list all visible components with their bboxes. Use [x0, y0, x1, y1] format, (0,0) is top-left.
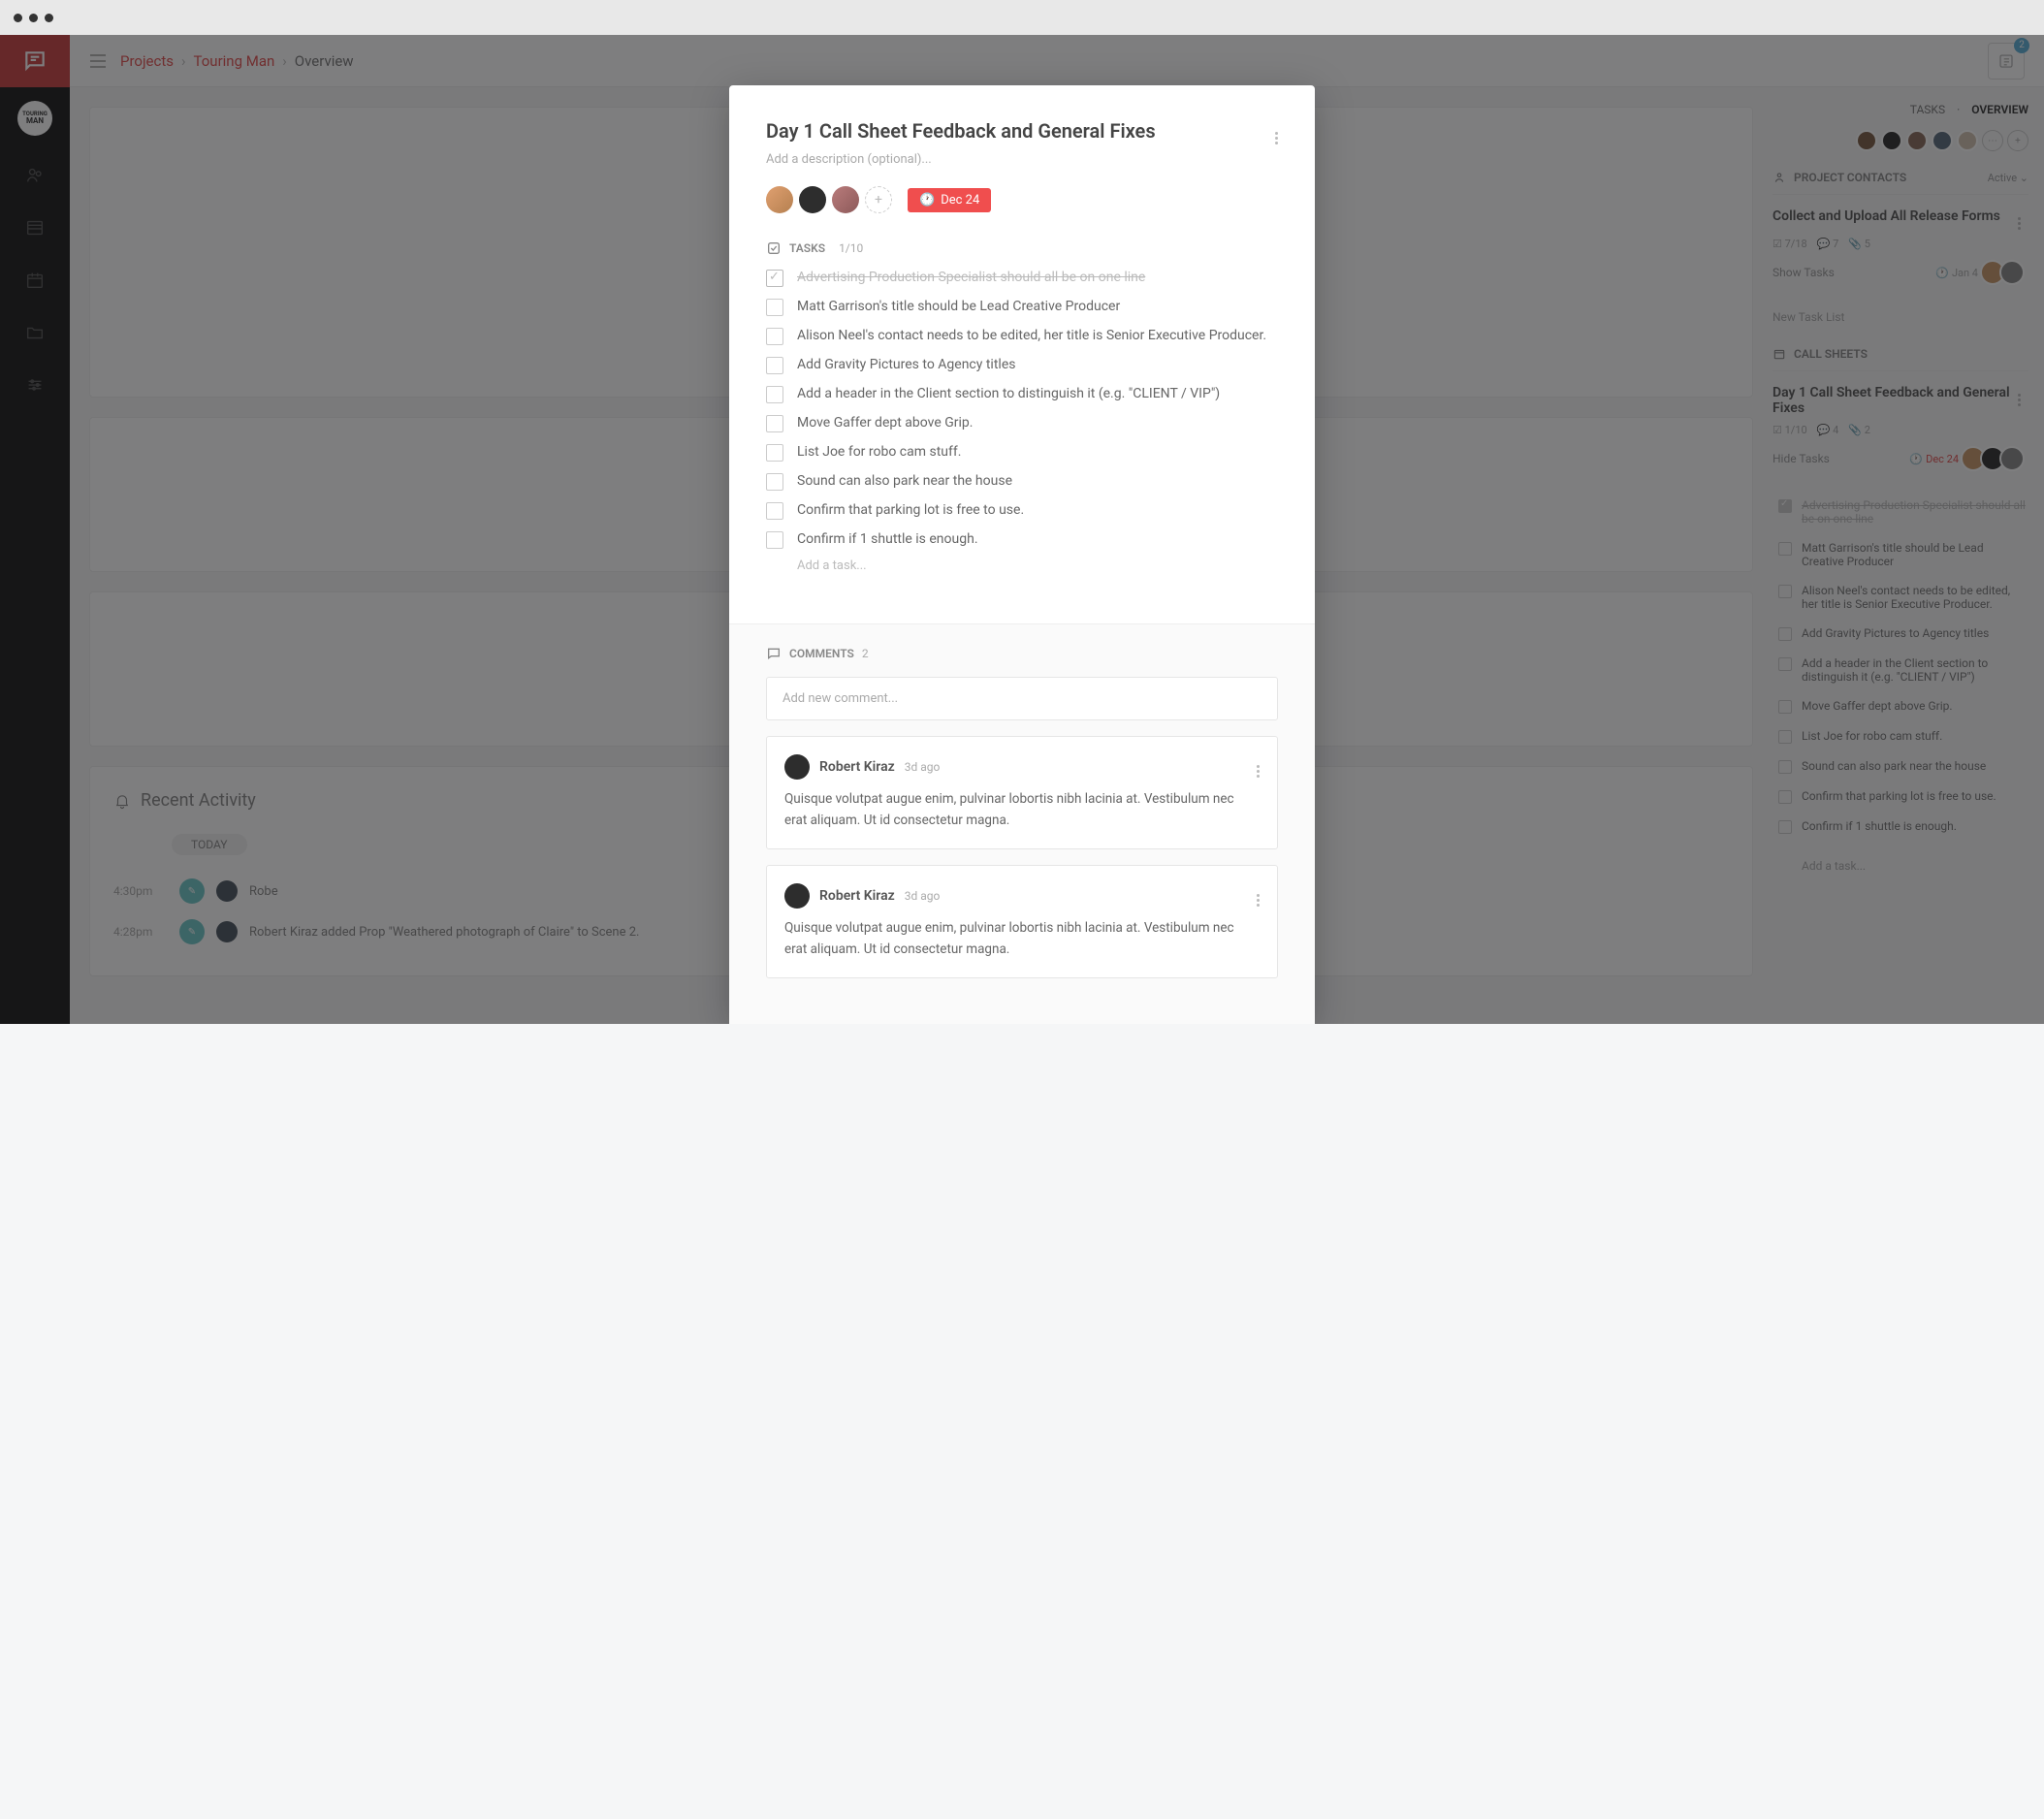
assignee-avatar[interactable]: [832, 186, 859, 213]
comments-list: Robert Kiraz 3d ago Quisque volutpat augue…: [766, 736, 1278, 978]
task-row[interactable]: Add a header in the Client section to di…: [766, 386, 1278, 403]
task-text: Add Gravity Pictures to Agency titles: [797, 357, 1015, 372]
task-text: Confirm that parking lot is free to use.: [797, 502, 1024, 518]
comment-author: Robert Kiraz: [819, 759, 895, 775]
task-row[interactable]: Matt Garrison's title should be Lead Cre…: [766, 299, 1278, 316]
tasks-count: 1/10: [839, 241, 863, 255]
app-root: TOURING MAN Projects › Touring Man › Ove…: [0, 35, 2044, 1024]
more-icon[interactable]: [1257, 885, 1260, 907]
more-icon[interactable]: [1257, 756, 1260, 778]
comment-avatar[interactable]: [784, 883, 810, 909]
add-task-input[interactable]: Add a task...: [797, 558, 1278, 573]
task-checkbox[interactable]: [766, 444, 783, 462]
window-chrome: [0, 0, 2044, 35]
task-checkbox[interactable]: [766, 357, 783, 374]
task-text: Advertising Production Specialist should…: [797, 270, 1145, 285]
task-checkbox[interactable]: [766, 299, 783, 316]
task-text: Confirm if 1 shuttle is enough.: [797, 531, 978, 547]
comment-icon: [766, 646, 782, 661]
comment-body: Quisque volutpat augue enim, pulvinar lo…: [784, 789, 1260, 831]
task-row[interactable]: Confirm that parking lot is free to use.: [766, 502, 1278, 520]
task-row[interactable]: Alison Neel's contact needs to be edited…: [766, 328, 1278, 345]
due-date-text: Dec 24: [941, 193, 979, 207]
comment-author: Robert Kiraz: [819, 888, 895, 904]
traffic-light-minimize[interactable]: [29, 14, 38, 22]
task-row[interactable]: Move Gaffer dept above Grip.: [766, 415, 1278, 432]
task-text: List Joe for robo cam stuff.: [797, 444, 961, 460]
modal-title: Day 1 Call Sheet Feedback and General Fi…: [766, 119, 1156, 143]
comments-heading: COMMENTS 2: [766, 646, 1278, 661]
task-checkbox[interactable]: [766, 473, 783, 491]
assignees-row: + 🕐 Dec 24: [766, 186, 1278, 213]
description-input[interactable]: Add a description (optional)...: [766, 152, 1278, 167]
modal-overlay[interactable]: Day 1 Call Sheet Feedback and General Fi…: [0, 35, 2044, 1024]
task-text: Move Gaffer dept above Grip.: [797, 415, 973, 431]
comment-card: Robert Kiraz 3d ago Quisque volutpat augue…: [766, 736, 1278, 849]
clock-icon: 🕐: [919, 193, 935, 207]
task-text: Add a header in the Client section to di…: [797, 386, 1220, 401]
checkbox-icon: [766, 240, 782, 256]
comments-section: COMMENTS 2 Add new comment... Robert Kir…: [729, 624, 1315, 1024]
tasklist-modal: Day 1 Call Sheet Feedback and General Fi…: [729, 85, 1315, 1024]
task-row[interactable]: List Joe for robo cam stuff.: [766, 444, 1278, 462]
task-text: Alison Neel's contact needs to be edited…: [797, 328, 1266, 343]
assignee-avatar[interactable]: [799, 186, 826, 213]
task-row[interactable]: Confirm if 1 shuttle is enough.: [766, 531, 1278, 549]
assignee-avatar[interactable]: [766, 186, 793, 213]
task-text: Sound can also park near the house: [797, 473, 1012, 489]
modal-title-row: Day 1 Call Sheet Feedback and General Fi…: [766, 116, 1278, 144]
modal-task-list: Advertising Production Specialist should…: [766, 270, 1278, 549]
task-row[interactable]: Advertising Production Specialist should…: [766, 270, 1278, 287]
comments-count: 2: [862, 647, 869, 660]
due-date-pill[interactable]: 🕐 Dec 24: [908, 188, 991, 212]
task-checkbox[interactable]: [766, 531, 783, 549]
comment-time: 3d ago: [905, 760, 941, 774]
more-icon[interactable]: [1275, 116, 1278, 144]
comment-avatar[interactable]: [784, 754, 810, 780]
task-checkbox[interactable]: [766, 328, 783, 345]
comment-time: 3d ago: [905, 889, 941, 903]
comment-input[interactable]: Add new comment...: [766, 677, 1278, 720]
traffic-light-zoom[interactable]: [45, 14, 53, 22]
tasks-label: TASKS: [789, 241, 825, 255]
comment-card: Robert Kiraz 3d ago Quisque volutpat augue…: [766, 865, 1278, 978]
task-checkbox[interactable]: [766, 502, 783, 520]
task-checkbox[interactable]: [766, 386, 783, 403]
tasks-heading: TASKS 1/10: [766, 240, 1278, 256]
task-checkbox[interactable]: [766, 270, 783, 287]
add-assignee-button[interactable]: +: [865, 186, 892, 213]
task-text: Matt Garrison's title should be Lead Cre…: [797, 299, 1120, 314]
comment-body: Quisque volutpat augue enim, pulvinar lo…: [784, 918, 1260, 960]
traffic-light-close[interactable]: [14, 14, 22, 22]
task-row[interactable]: Sound can also park near the house: [766, 473, 1278, 491]
comments-label: COMMENTS: [789, 647, 854, 660]
task-checkbox[interactable]: [766, 415, 783, 432]
task-row[interactable]: Add Gravity Pictures to Agency titles: [766, 357, 1278, 374]
